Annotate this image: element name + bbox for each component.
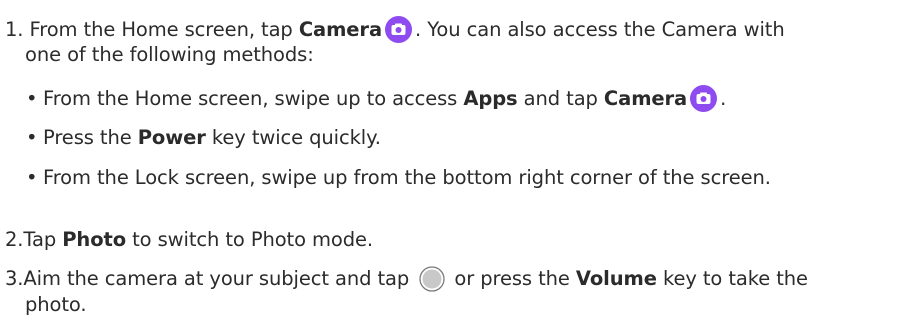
- step-1-number: 1.: [5, 18, 24, 41]
- step-1-continuation: one of the following methods:: [25, 43, 314, 66]
- step-2-number: 2.: [5, 228, 24, 251]
- step-3-text-after: key to take the: [656, 267, 808, 290]
- bullet-2: •: [26, 126, 38, 149]
- step-1-text-after: . You can also access the Camera with: [415, 18, 785, 41]
- step-3-line-1: 3.Aim the camera at your subject and tap…: [5, 266, 808, 292]
- sub-item-3: • From the Lock screen, swipe up from the…: [26, 165, 771, 191]
- step-1-camera-label: Camera: [298, 18, 383, 41]
- step-2-text-before: Tap: [23, 228, 63, 251]
- step-1-line-1: 1. From the Home screen, tap Camera . Yo…: [5, 16, 785, 43]
- step-2-text-after: to switch to Photo mode.: [126, 228, 374, 251]
- camera-app-icon: [690, 85, 718, 112]
- sub-item-3-text-a: From the Lock screen, swipe up from the …: [43, 166, 771, 189]
- sub-item-1-camera-label: Camera: [603, 87, 688, 110]
- sub-item-1-text-c: .: [720, 87, 727, 110]
- step-3-number: 3.: [5, 267, 24, 290]
- step-3-continuation: photo.: [25, 293, 87, 316]
- sub-item-1-apps-label: Apps: [463, 87, 518, 110]
- step-3-text-mid: or press the: [448, 267, 576, 290]
- step-1-line-2: one of the following methods:: [25, 42, 314, 68]
- sub-item-2-power-label: Power: [137, 126, 206, 149]
- bullet-1: •: [26, 87, 38, 110]
- camera-app-icon: [385, 16, 413, 43]
- step-2-photo-label: Photo: [62, 228, 127, 251]
- sub-item-1-text-a: From the Home screen, swipe up to access: [43, 87, 464, 110]
- shutter-button-icon: [419, 266, 445, 292]
- sub-item-2: • Press the Power key twice quickly.: [26, 125, 381, 151]
- step-2-line: 2.Tap Photo to switch to Photo mode.: [5, 227, 373, 253]
- sub-item-1-text-b: and tap: [517, 87, 604, 110]
- sub-item-2-text-b: key twice quickly.: [205, 126, 381, 149]
- step-3-volume-label: Volume: [575, 267, 657, 290]
- bullet-3: •: [26, 166, 38, 189]
- step-3-text-before: Aim the camera at your subject and tap: [23, 267, 416, 290]
- sub-item-1: • From the Home screen, swipe up to acces…: [26, 85, 726, 112]
- sub-item-2-text-a: Press the: [43, 126, 138, 149]
- step-3-line-2: photo.: [25, 292, 87, 318]
- step-1-text-before: From the Home screen, tap: [29, 18, 299, 41]
